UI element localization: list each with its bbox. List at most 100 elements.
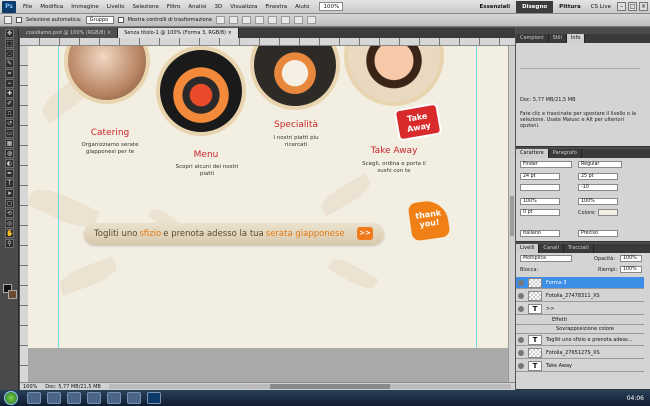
menu-finestra[interactable]: Finestra — [261, 4, 291, 10]
hscale-field[interactable]: 100% — [520, 198, 560, 205]
menu-immagine[interactable]: Immagine — [67, 4, 103, 10]
eye-icon[interactable] — [518, 350, 524, 356]
menu-file[interactable]: File — [19, 4, 36, 10]
minimize-icon[interactable]: – — [617, 2, 626, 11]
maximize-icon[interactable]: □ — [628, 2, 637, 11]
tab-senza-titolo[interactable]: Senza titolo-1 @ 100% (Forma 3, RGB/8) × — [118, 28, 239, 38]
tab-carattere[interactable]: Carattere — [516, 149, 549, 158]
gradient-tool-icon[interactable]: ▦ — [5, 139, 14, 148]
tab-canali[interactable]: Canali — [539, 244, 564, 253]
marquee-tool-icon[interactable]: ⬚ — [5, 39, 14, 48]
leading-field[interactable]: 25 pt — [578, 173, 618, 180]
fill-field[interactable]: 100% — [620, 266, 642, 273]
3d-orbit-tool-icon[interactable]: ◎ — [5, 219, 14, 228]
show-transform-checkbox[interactable] — [117, 17, 124, 23]
layer-row[interactable]: Fotolia_2765127S_XS — [516, 347, 644, 359]
pen-tool-icon[interactable]: ✒ — [5, 169, 14, 178]
align-left-icon[interactable] — [254, 16, 264, 24]
layer-effects-row[interactable]: Sovrapposizione colore — [516, 325, 644, 334]
text-color-swatch[interactable] — [598, 209, 618, 216]
taskbar-photoshop-icon[interactable] — [147, 392, 161, 404]
crop-tool-icon[interactable]: ⌗ — [5, 69, 14, 78]
font-style-select[interactable]: Regular — [578, 161, 622, 168]
align-middle-icon[interactable] — [228, 16, 238, 24]
eye-icon[interactable] — [518, 280, 524, 286]
tab-cosidiamo[interactable]: cosidiamo.psd @ 100% (RGB/8) × — [20, 28, 119, 38]
move-tool-icon[interactable] — [4, 16, 12, 24]
font-size-field[interactable]: 24 pt — [520, 173, 560, 180]
banner-arrow-button[interactable]: >> — [357, 227, 373, 240]
dodge-tool-icon[interactable]: ◐ — [5, 159, 14, 168]
tracking-field[interactable]: -10 — [578, 184, 618, 191]
distribute-icon[interactable] — [293, 16, 303, 24]
menu-filtro[interactable]: Filtro — [163, 4, 184, 10]
hand-tool-icon[interactable]: ✋ — [5, 229, 14, 238]
menu-visualizza[interactable]: Visualizza — [226, 4, 261, 10]
move-tool-icon[interactable]: ✥ — [5, 29, 14, 38]
guide-line[interactable] — [58, 46, 59, 348]
path-select-tool-icon[interactable]: ➤ — [5, 189, 14, 198]
start-button[interactable] — [4, 391, 18, 405]
shape-tool-icon[interactable]: ▢ — [5, 199, 14, 208]
background-color-swatch[interactable] — [8, 290, 17, 299]
eye-icon[interactable] — [518, 363, 524, 369]
history-brush-tool-icon[interactable]: ↺ — [5, 119, 14, 128]
hscroll-thumb[interactable] — [269, 384, 391, 389]
guide-line[interactable] — [476, 46, 477, 348]
kerning-field[interactable] — [520, 184, 560, 191]
language-select[interactable]: Italiano — [520, 230, 560, 237]
blur-tool-icon[interactable]: ◍ — [5, 149, 14, 158]
layer-row[interactable]: T >> — [516, 303, 644, 315]
vscale-field[interactable]: 100% — [578, 198, 618, 205]
zoom-select[interactable]: 100% — [319, 2, 344, 11]
close-icon[interactable]: × — [639, 2, 648, 11]
healing-tool-icon[interactable]: ✚ — [5, 89, 14, 98]
eyedropper-tool-icon[interactable]: ⌁ — [5, 79, 14, 88]
opacity-field[interactable]: 100% — [620, 255, 642, 262]
align-right-icon[interactable] — [280, 16, 290, 24]
auto-select-dropdown[interactable]: Gruppo — [85, 16, 114, 24]
layer-row[interactable]: T Take Away — [516, 360, 644, 372]
tab-livelli[interactable]: Livelli — [516, 244, 540, 253]
horizontal-scrollbar[interactable] — [108, 384, 511, 389]
cs-live-button[interactable]: CS Live — [587, 4, 615, 10]
tab-paragrafo[interactable]: Paragrafo — [549, 149, 582, 158]
tab-info[interactable]: Info — [566, 34, 586, 43]
3d-rotate-tool-icon[interactable]: ⟲ — [5, 209, 14, 218]
antialias-select[interactable]: Preciso — [578, 230, 618, 237]
stamp-tool-icon[interactable]: ⎍ — [5, 109, 14, 118]
taskbar-app-icon[interactable] — [107, 392, 121, 404]
taskbar-app-icon[interactable] — [47, 392, 61, 404]
menu-3d[interactable]: 3D — [210, 4, 226, 10]
tab-stili[interactable]: Stili — [549, 34, 567, 43]
eye-icon[interactable] — [518, 306, 524, 312]
distribute-h-icon[interactable] — [306, 16, 316, 24]
workspace-pittura[interactable]: Pittura — [553, 1, 587, 13]
blend-mode-select[interactable]: Moltiplica — [520, 255, 572, 262]
baseline-field[interactable]: 0 pt — [520, 209, 560, 216]
menu-selezione[interactable]: Selezione — [128, 4, 162, 10]
eye-icon[interactable] — [518, 293, 524, 299]
align-center-icon[interactable] — [267, 16, 277, 24]
tab-campioni[interactable]: Campioni — [516, 34, 549, 43]
lasso-tool-icon[interactable]: ◌ — [5, 49, 14, 58]
zoom-tool-icon[interactable]: ⚲ — [5, 239, 14, 248]
menu-livello[interactable]: Livello — [103, 4, 129, 10]
eye-icon[interactable] — [518, 337, 524, 343]
taskbar-app-icon[interactable] — [87, 392, 101, 404]
workspace-disegno[interactable]: Disegno — [516, 0, 554, 13]
font-family-select[interactable]: Finder — [520, 161, 572, 168]
taskbar-app-icon[interactable] — [27, 392, 41, 404]
taskbar-app-icon[interactable] — [67, 392, 81, 404]
workspace-essenziali[interactable]: Essenziali — [474, 1, 517, 13]
scroll-thumb[interactable] — [510, 196, 514, 236]
tab-tracciati[interactable]: Tracciati — [564, 244, 594, 253]
status-zoom[interactable]: 100% — [23, 384, 37, 390]
taskbar-app-icon[interactable] — [127, 392, 141, 404]
document-canvas[interactable]: Take Away Catering Organizziamo serate g… — [28, 46, 508, 382]
quick-select-tool-icon[interactable]: ✎ — [5, 59, 14, 68]
vertical-scrollbar[interactable] — [508, 46, 515, 382]
type-tool-icon[interactable]: T — [5, 179, 14, 188]
auto-select-checkbox[interactable] — [16, 17, 22, 23]
menu-modifica[interactable]: Modifica — [36, 4, 67, 10]
